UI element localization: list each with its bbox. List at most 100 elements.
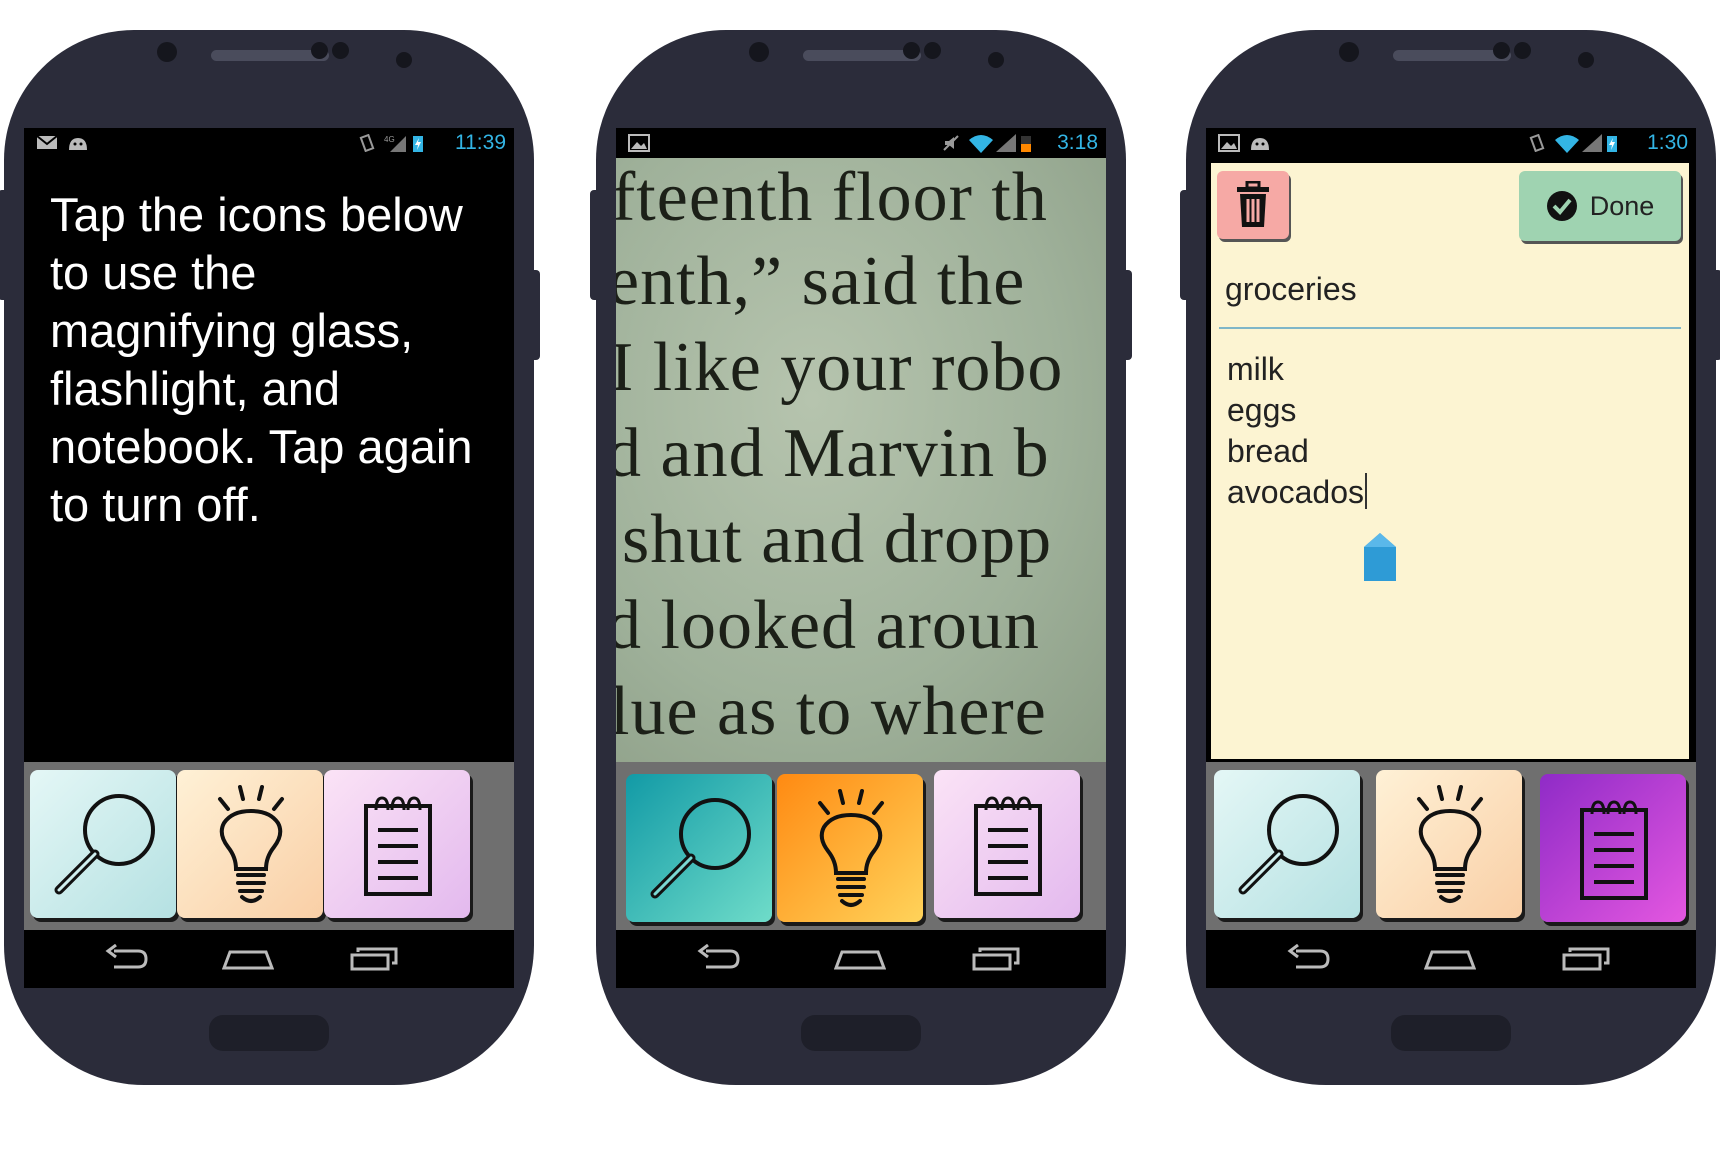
book-text-line: shut and dropp [622, 501, 1053, 578]
notification-led [1578, 52, 1594, 68]
notepad-icon [1580, 800, 1648, 900]
4g-signal-icon: 4G [384, 135, 406, 152]
front-camera [749, 42, 769, 62]
tool-bar [616, 762, 1106, 930]
navigation-bar [1206, 930, 1696, 988]
battery-charging-icon [413, 136, 423, 152]
volume-button [590, 190, 600, 300]
clock: 3:18 [1057, 131, 1098, 154]
flashlight-button[interactable] [777, 774, 923, 922]
navigation-bar [24, 930, 514, 988]
signal-icon [1582, 134, 1602, 152]
book-text-line: I like your robo [616, 329, 1064, 406]
book-text-line: lue as to where [616, 673, 1047, 750]
home-icon[interactable] [1424, 944, 1476, 974]
note-editor: Done groceries milk eggs bread avocados [1211, 163, 1689, 759]
screen: 3:18 fteenth floor th enth,” said the I … [616, 128, 1106, 988]
screen: 4G 11:39 Tap the icons below to use the … [24, 128, 514, 988]
notebook-view: Done groceries milk eggs bread avocados [1206, 158, 1696, 762]
note-title-field[interactable]: groceries [1225, 271, 1357, 308]
trash-icon [1237, 181, 1269, 227]
note-body-field[interactable]: milk eggs bread avocados [1227, 349, 1367, 513]
proximity-sensor [903, 42, 920, 59]
mute-icon [943, 135, 959, 151]
front-camera [1339, 42, 1359, 62]
home-icon[interactable] [222, 944, 274, 974]
instruction-text: Tap the icons below to use the magnifyin… [50, 188, 473, 531]
magnifying-glass-icon [650, 798, 751, 899]
book-text-line: fteenth floor th [616, 159, 1048, 236]
magnifier-view[interactable]: fteenth floor th enth,” said the I like … [616, 158, 1106, 762]
notepad-icon [364, 796, 432, 896]
book-text-line: d looked aroun [616, 587, 1040, 664]
front-camera [157, 42, 177, 62]
home-hardware-button[interactable] [209, 1015, 329, 1051]
android-icon [1251, 138, 1269, 150]
note-line: eggs [1227, 392, 1297, 428]
home-hardware-button[interactable] [1391, 1015, 1511, 1051]
android-icon [69, 138, 87, 150]
recent-apps-icon[interactable] [1562, 944, 1610, 974]
home-icon[interactable] [834, 944, 886, 974]
battery-low-icon [1021, 136, 1031, 152]
app-content: Tap the icons below to use the magnifyin… [24, 158, 514, 762]
signal-icon [996, 134, 1016, 152]
notebook-button[interactable] [324, 770, 470, 918]
light-sensor [1514, 42, 1531, 59]
text-cursor [1364, 473, 1367, 509]
vibrate-icon [359, 134, 375, 152]
magnifier-button[interactable] [1214, 770, 1360, 918]
power-button [1122, 270, 1132, 360]
light-sensor [924, 42, 941, 59]
flashlight-button[interactable] [177, 770, 323, 918]
recent-apps-icon[interactable] [972, 944, 1020, 974]
text-selection-handle-icon[interactable] [1362, 531, 1398, 583]
image-icon [1218, 134, 1240, 152]
note-line: bread [1227, 433, 1309, 469]
recent-apps-icon[interactable] [350, 944, 398, 974]
notepad-icon [974, 796, 1042, 896]
status-bar: 4G 11:39 [24, 128, 514, 158]
volume-button [0, 190, 8, 300]
wifi-icon [1555, 135, 1579, 153]
lightbulb-icon [218, 785, 284, 903]
note-line-text: avocados [1227, 474, 1364, 510]
proximity-sensor [311, 42, 328, 59]
tool-bar [1206, 762, 1696, 930]
image-icon [628, 134, 650, 152]
magnifier-button[interactable] [30, 770, 176, 918]
clock: 1:30 [1647, 131, 1688, 154]
phone-3: 1:30 Done groceries milk eggs bread avoc… [1180, 30, 1720, 1085]
book-text-line: d and Marvin b [616, 415, 1050, 492]
magnifying-glass-icon [54, 794, 155, 895]
note-line: avocados [1227, 472, 1367, 513]
vibrate-icon [1529, 134, 1545, 152]
notebook-button[interactable] [1540, 774, 1686, 922]
magnifier-button[interactable] [626, 774, 772, 922]
power-button [1712, 270, 1720, 360]
phone-2: 3:18 fteenth floor th enth,” said the I … [590, 30, 1132, 1085]
power-button [530, 270, 540, 360]
back-icon[interactable] [694, 944, 742, 974]
phone-1: 4G 11:39 Tap the icons below to use the … [0, 30, 540, 1085]
divider [1219, 327, 1681, 329]
back-icon[interactable] [1284, 944, 1332, 974]
proximity-sensor [1493, 42, 1510, 59]
clock: 11:39 [455, 131, 506, 154]
delete-button[interactable] [1217, 171, 1289, 239]
volume-button [1180, 190, 1190, 300]
done-label: Done [1589, 190, 1655, 221]
back-icon[interactable] [102, 944, 150, 974]
note-line: milk [1227, 351, 1284, 387]
light-sensor [332, 42, 349, 59]
notebook-button[interactable] [934, 770, 1080, 918]
tool-bar [24, 762, 514, 930]
home-hardware-button[interactable] [801, 1015, 921, 1051]
done-button[interactable]: Done [1519, 171, 1681, 241]
navigation-bar [616, 930, 1106, 988]
status-bar: 3:18 [616, 128, 1106, 158]
notification-led [396, 52, 412, 68]
lightbulb-icon [818, 789, 884, 907]
flashlight-button[interactable] [1376, 770, 1522, 918]
notification-led [988, 52, 1004, 68]
